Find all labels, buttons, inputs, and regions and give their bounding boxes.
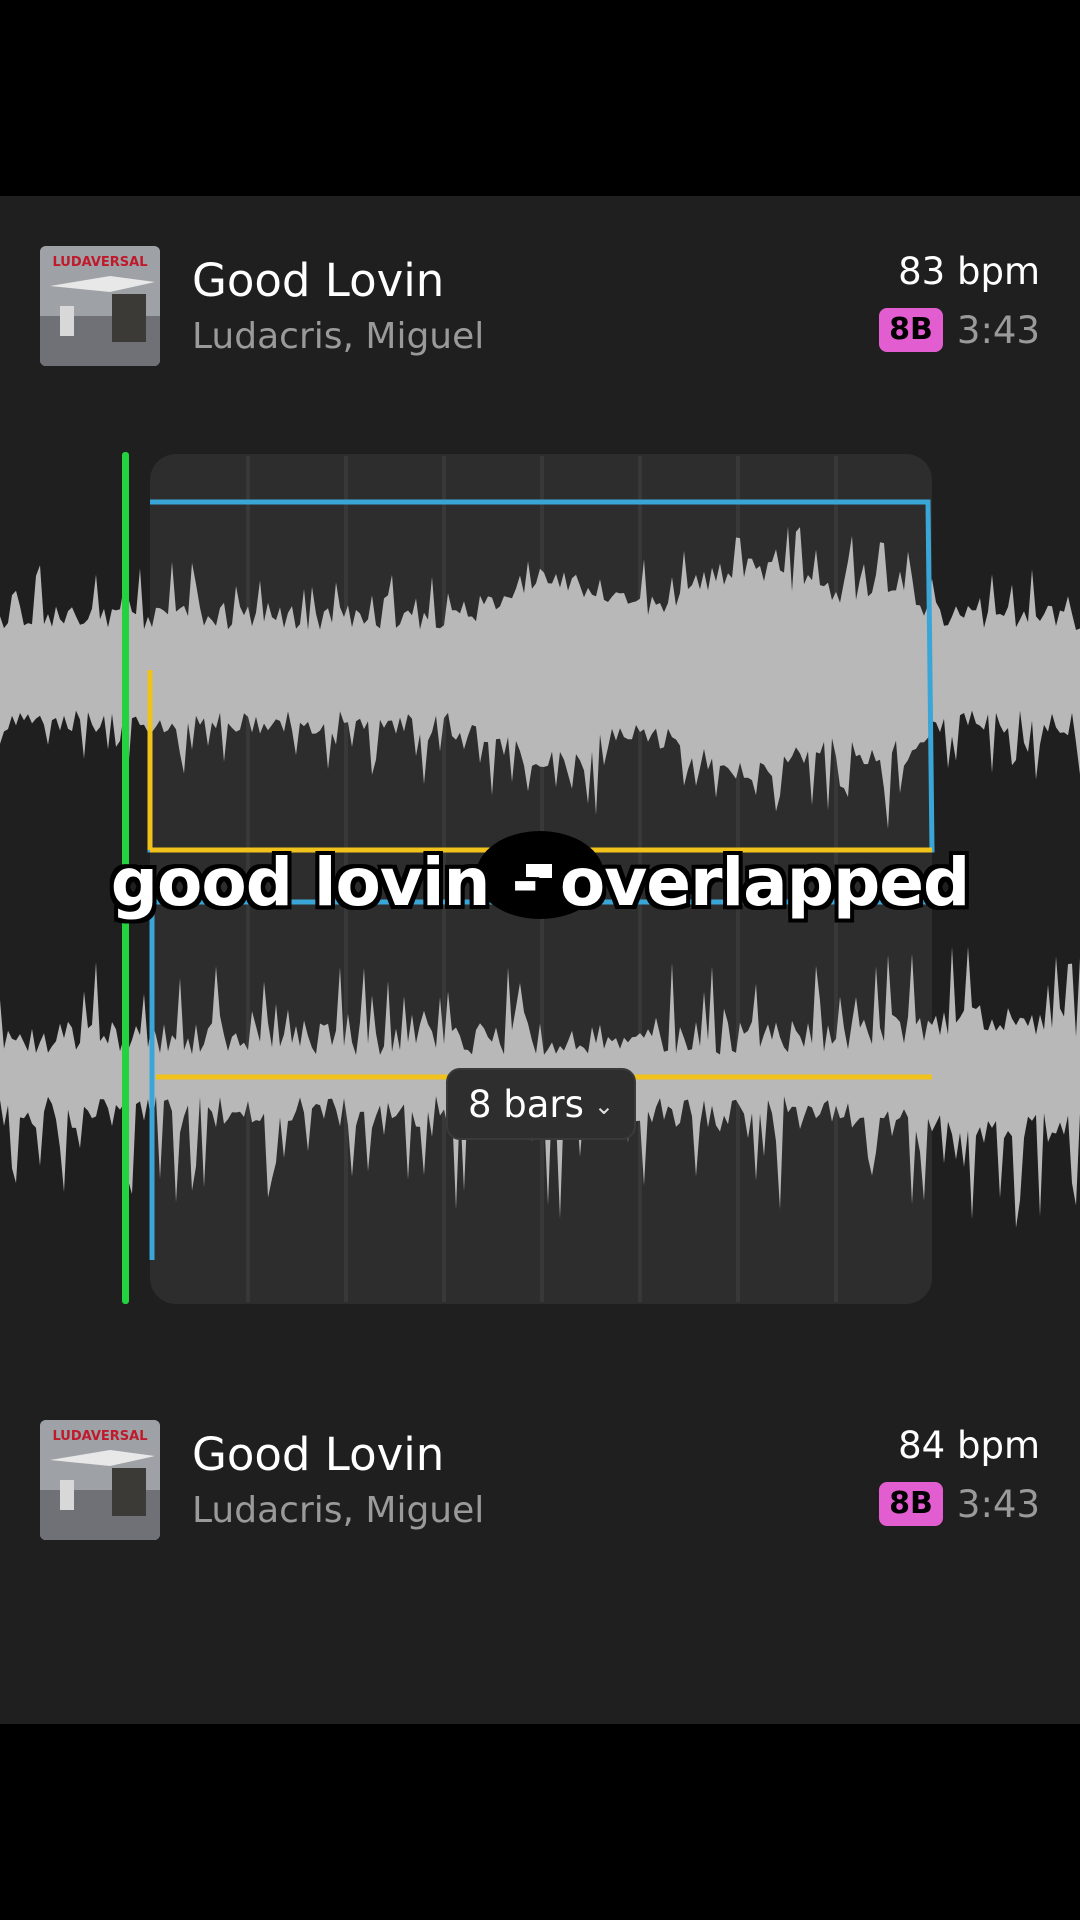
track-title: Good Lovin	[192, 254, 445, 307]
video-caption: good lovin - overlapped	[110, 844, 970, 921]
key-badge: 8B	[879, 308, 943, 352]
track-row-bottom[interactable]: LUDAVERSAL Good Lovin Ludacris, Miguel 8…	[0, 1410, 1080, 1540]
track-row-top[interactable]: LUDAVERSAL Good Lovin Ludacris, Miguel 8…	[0, 236, 1080, 366]
track-meta: 8B 3:43	[879, 1482, 1040, 1526]
key-badge: 8B	[879, 1482, 943, 1526]
album-logo-text: LUDAVERSAL	[52, 1429, 147, 1444]
track-title: Good Lovin	[192, 1428, 445, 1481]
track-meta: 8B 3:43	[879, 308, 1040, 352]
track-bpm: 83 bpm	[898, 250, 1040, 293]
chevron-down-icon: ⌄	[593, 1092, 615, 1120]
track-artist: Ludacris, Miguel	[192, 316, 485, 357]
album-logo-text: LUDAVERSAL	[52, 255, 147, 270]
track-bpm: 84 bpm	[898, 1424, 1040, 1467]
loop-length-label: 8 bars	[467, 1082, 584, 1126]
album-art: LUDAVERSAL	[40, 246, 160, 366]
album-art: LUDAVERSAL	[40, 1420, 160, 1540]
loop-length-button[interactable]: 8 bars ⌄	[446, 1068, 636, 1140]
track-duration: 3:43	[956, 1482, 1040, 1526]
track-artist: Ludacris, Miguel	[192, 1490, 485, 1531]
track-duration: 3:43	[956, 308, 1040, 352]
